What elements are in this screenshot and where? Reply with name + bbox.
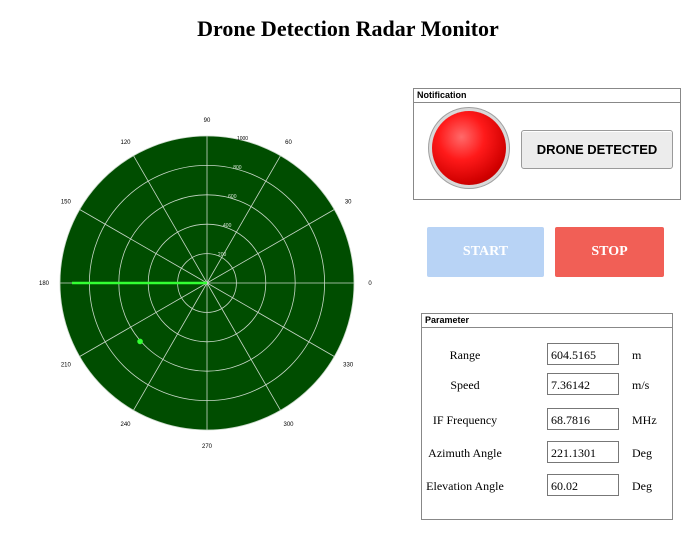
stop-button[interactable]: STOP bbox=[555, 227, 664, 277]
azimuth-angle-field[interactable]: 221.1301 bbox=[547, 441, 619, 463]
if-frequency-field[interactable]: 68.7816 bbox=[547, 408, 619, 430]
alert-lamp-icon bbox=[432, 111, 506, 185]
param-unit-speed: m/s bbox=[632, 378, 650, 392]
range-label: 200 bbox=[218, 252, 227, 258]
target-blip bbox=[137, 338, 143, 345]
angle-label: 150 bbox=[61, 200, 72, 206]
range-label: 400 bbox=[223, 223, 232, 229]
angle-label: 0 bbox=[368, 281, 372, 287]
param-unit-range: m bbox=[632, 348, 642, 362]
drone-detected-indicator: DRONE DETECTED bbox=[521, 130, 673, 169]
parameter-panel: Parameter Range 604.5165 m Speed 7.36142… bbox=[421, 313, 673, 520]
param-label-elevation: Elevation Angle bbox=[426, 479, 504, 493]
param-unit-if-frequency: MHz bbox=[632, 413, 657, 427]
angle-label: 180 bbox=[39, 281, 50, 287]
param-row-speed: Speed 7.36142 m/s bbox=[422, 373, 672, 397]
elevation-angle-field[interactable]: 60.02 bbox=[547, 474, 619, 496]
speed-field[interactable]: 7.36142 bbox=[547, 373, 619, 395]
param-label-azimuth: Azimuth Angle bbox=[428, 446, 502, 460]
param-unit-azimuth: Deg bbox=[632, 446, 652, 460]
param-label-range: Range bbox=[449, 348, 481, 362]
angle-label: 120 bbox=[120, 140, 131, 146]
parameter-title: Parameter bbox=[422, 314, 672, 328]
angle-label: 330 bbox=[343, 363, 354, 369]
angle-label: 210 bbox=[61, 363, 72, 369]
notification-title: Notification bbox=[414, 89, 680, 103]
range-label: 1000 bbox=[237, 136, 248, 142]
param-label-speed: Speed bbox=[450, 378, 480, 392]
radar-plot: 0 30 60 90 120 150 180 210 240 270 300 330 1000 800 60… bbox=[39, 118, 372, 450]
param-label-if-frequency: IF Frequency bbox=[432, 413, 498, 427]
param-unit-elevation: Deg bbox=[632, 479, 652, 493]
param-row-range: Range 604.5165 m bbox=[422, 343, 672, 367]
range-label: 800 bbox=[233, 165, 242, 171]
notification-panel: Notification DRONE DETECTED bbox=[413, 88, 681, 200]
param-row-azimuth: Azimuth Angle 221.1301 Deg bbox=[422, 441, 672, 465]
range-field[interactable]: 604.5165 bbox=[547, 343, 619, 365]
angle-label: 240 bbox=[120, 422, 131, 428]
angle-label: 270 bbox=[202, 444, 213, 450]
param-row-if-frequency: IF Frequency 68.7816 MHz bbox=[422, 408, 672, 432]
angle-label: 30 bbox=[345, 200, 352, 206]
param-row-elevation: Elevation Angle 60.02 Deg bbox=[422, 474, 672, 498]
angle-label: 90 bbox=[204, 118, 211, 124]
start-button[interactable]: START bbox=[427, 227, 544, 277]
range-label: 600 bbox=[228, 194, 237, 200]
angle-label: 60 bbox=[285, 140, 292, 146]
angle-label: 300 bbox=[283, 422, 294, 428]
